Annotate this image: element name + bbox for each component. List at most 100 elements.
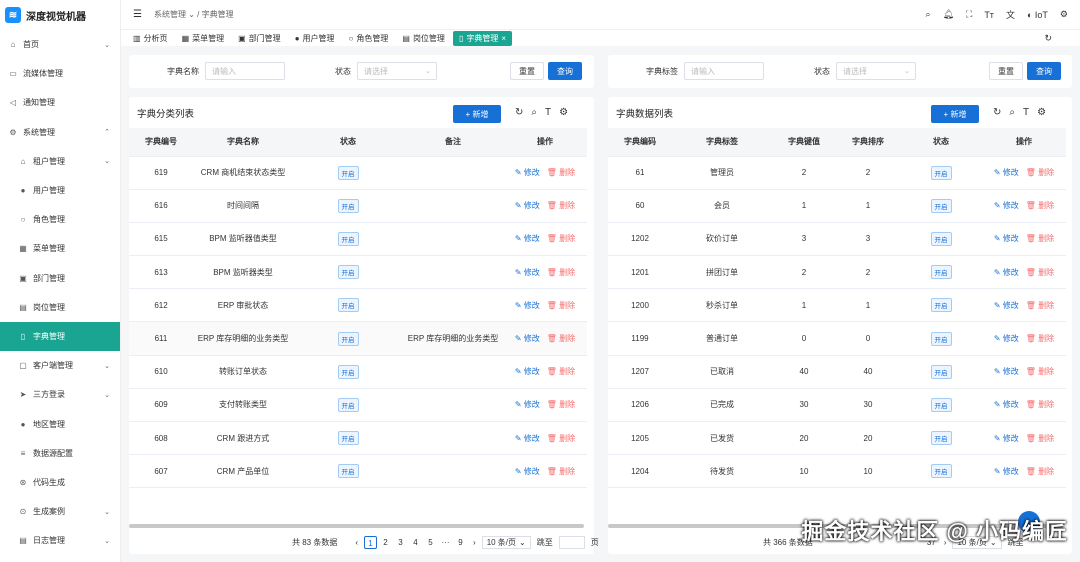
- sidebar-item[interactable]: ⊙ 生成案例 ⌄: [0, 497, 120, 526]
- edit-button[interactable]: ✎ 修改: [515, 201, 540, 210]
- edit-button[interactable]: ✎ 修改: [994, 201, 1019, 210]
- tab-item[interactable]: ▥ 分析页: [127, 31, 174, 46]
- sidebar-item[interactable]: ⊛ 代码生成: [0, 468, 120, 497]
- sidebar-item[interactable]: ● 地区管理: [0, 409, 120, 438]
- table-row[interactable]: 608 CRM 跟进方式 开启 ✎ 修改 🗑︎ 删除: [129, 421, 587, 456]
- table-row[interactable]: 615 BPM 监听器值类型 开启 ✎ 修改 🗑︎ 删除: [129, 222, 587, 257]
- page-size-select[interactable]: 10 条/页 ⌄: [481, 536, 531, 549]
- bell-icon[interactable]: 🔔︎: [943, 9, 954, 20]
- delete-button[interactable]: 🗑︎ 删除: [1026, 201, 1054, 210]
- table-row[interactable]: 60 会员 1 1 开启 ✎ 修改 🗑︎ 删除: [608, 189, 1066, 223]
- table-row[interactable]: 1200 秒杀订单 1 1 开启 ✎ 修改 🗑︎ 删除: [608, 288, 1066, 323]
- column-height-icon[interactable]: T: [545, 107, 551, 118]
- page-number[interactable]: 3: [394, 536, 407, 549]
- tab-item[interactable]: ▯ 字典管理 ×: [452, 30, 513, 46]
- refresh-icon[interactable]: ↻: [993, 107, 1001, 118]
- delete-button[interactable]: 🗑︎ 删除: [547, 400, 575, 409]
- status-select[interactable]: 请选择 ⌄: [836, 62, 916, 80]
- edit-button[interactable]: ✎ 修改: [994, 334, 1019, 343]
- sidebar-item[interactable]: ➤ 三方登录 ⌄: [0, 380, 120, 409]
- table-row[interactable]: 61 管理员 2 2 开启 ✎ 修改 🗑︎ 删除: [608, 156, 1066, 190]
- page-number[interactable]: 4: [409, 536, 422, 549]
- table-row[interactable]: 609 支付转账类型 开启 ✎ 修改 🗑︎ 删除: [129, 388, 587, 423]
- tab-item[interactable]: ● 用户管理: [289, 31, 341, 46]
- edit-button[interactable]: ✎ 修改: [515, 168, 540, 177]
- tab-item[interactable]: ▣ 部门管理: [232, 31, 287, 46]
- tab-item[interactable]: ▤ 岗位管理: [396, 31, 451, 46]
- edit-button[interactable]: ✎ 修改: [994, 301, 1019, 310]
- delete-button[interactable]: 🗑︎ 删除: [1026, 467, 1054, 476]
- delete-button[interactable]: 🗑︎ 删除: [547, 467, 575, 476]
- edit-button[interactable]: ✎ 修改: [515, 400, 540, 409]
- tab-item[interactable]: ▦ 菜单管理: [176, 31, 231, 46]
- table-row[interactable]: 610 转账订单状态 开启 ✎ 修改 🗑︎ 删除: [129, 355, 587, 389]
- delete-button[interactable]: 🗑︎ 删除: [547, 334, 575, 343]
- sidebar-item[interactable]: ▤ 日志管理 ⌄: [0, 526, 120, 555]
- sidebar-item[interactable]: ▣ 部门管理: [0, 264, 120, 293]
- translate-icon[interactable]: 文: [1006, 8, 1015, 21]
- user-menu[interactable]: ◐ IoT: [1027, 10, 1048, 20]
- delete-button[interactable]: 🗑︎ 删除: [547, 301, 575, 310]
- table-row[interactable]: 613 BPM 监听器类型 开启 ✎ 修改 🗑︎ 删除: [129, 255, 587, 290]
- delete-button[interactable]: 🗑︎ 删除: [547, 168, 575, 177]
- sidebar-item[interactable]: ▤ 岗位管理: [0, 293, 120, 322]
- table-row[interactable]: 1205 已发货 20 20 开启 ✎ 修改 🗑︎ 删除: [608, 421, 1066, 456]
- settings-icon[interactable]: ⚙: [1037, 107, 1046, 118]
- delete-button[interactable]: 🗑︎ 删除: [1026, 434, 1054, 443]
- edit-button[interactable]: ✎ 修改: [994, 234, 1019, 243]
- delete-button[interactable]: 🗑︎ 删除: [1026, 234, 1054, 243]
- add-button[interactable]: + 新增: [931, 105, 979, 123]
- dict-name-input[interactable]: 请输入: [205, 62, 285, 80]
- delete-button[interactable]: 🗑︎ 删除: [547, 201, 575, 210]
- settings-icon[interactable]: ⚙: [559, 107, 568, 118]
- status-select[interactable]: 请选择 ⌄: [357, 62, 437, 80]
- breadcrumb-item[interactable]: 字典管理: [202, 10, 234, 19]
- delete-button[interactable]: 🗑︎ 删除: [1026, 268, 1054, 277]
- prev-page-icon[interactable]: ‹: [355, 538, 358, 547]
- table-row[interactable]: 1201 拼团订单 2 2 开启 ✎ 修改 🗑︎ 删除: [608, 255, 1066, 290]
- sidebar-item[interactable]: ⌂ 首页 ⌄: [0, 30, 120, 59]
- menu-fold-icon[interactable]: ☰: [133, 9, 142, 20]
- sidebar-item[interactable]: ▢ 客户端管理 ⌄: [0, 351, 120, 380]
- edit-button[interactable]: ✎ 修改: [994, 168, 1019, 177]
- page-number[interactable]: 9: [454, 536, 467, 549]
- dict-label-input[interactable]: 请输入: [684, 62, 764, 80]
- edit-button[interactable]: ✎ 修改: [994, 400, 1019, 409]
- table-row[interactable]: 611 ERP 库存明细的业务类型 开启 ERP 库存明细的业务类型 ✎ 修改 🗑︎ 删除: [129, 321, 587, 356]
- edit-button[interactable]: ✎ 修改: [994, 268, 1019, 277]
- delete-button[interactable]: 🗑︎ 删除: [547, 367, 575, 376]
- delete-button[interactable]: 🗑︎ 删除: [547, 234, 575, 243]
- table-row[interactable]: 1204 待发货 10 10 开启 ✎ 修改 🗑︎ 删除: [608, 454, 1066, 489]
- sidebar-item[interactable]: ◁ 通知管理: [0, 88, 120, 117]
- page-number[interactable]: 2: [379, 536, 392, 549]
- search-button[interactable]: 查询: [548, 62, 582, 80]
- edit-button[interactable]: ✎ 修改: [994, 367, 1019, 376]
- settings-gear-icon[interactable]: ⚙: [1060, 9, 1068, 20]
- edit-button[interactable]: ✎ 修改: [994, 434, 1019, 443]
- edit-button[interactable]: ✎ 修改: [515, 234, 540, 243]
- delete-button[interactable]: 🗑︎ 删除: [1026, 334, 1054, 343]
- fullscreen-icon[interactable]: ⛶: [966, 9, 972, 20]
- jump-input[interactable]: [558, 536, 585, 549]
- page-number[interactable]: ···: [439, 536, 452, 549]
- edit-button[interactable]: ✎ 修改: [515, 268, 540, 277]
- sidebar-item[interactable]: ⌂ 租户管理 ⌄: [0, 147, 120, 176]
- close-icon[interactable]: ×: [501, 34, 506, 43]
- delete-button[interactable]: 🗑︎ 删除: [1026, 400, 1054, 409]
- font-size-icon[interactable]: Tт: [984, 10, 994, 20]
- refresh-icon[interactable]: ↻: [515, 107, 523, 118]
- sidebar-item[interactable]: ▯ 字典管理: [0, 321, 120, 352]
- table-row[interactable]: 1206 已完成 30 30 开启 ✎ 修改 🗑︎ 删除: [608, 388, 1066, 423]
- delete-button[interactable]: 🗑︎ 删除: [547, 434, 575, 443]
- sidebar-item[interactable]: ▭ 流媒体管理: [0, 59, 120, 88]
- search-icon[interactable]: ⌕: [1009, 107, 1015, 118]
- table-row[interactable]: 612 ERP 审批状态 开启 ✎ 修改 🗑︎ 删除: [129, 288, 587, 323]
- sidebar-item[interactable]: ≡ 数据源配置: [0, 439, 120, 468]
- reset-button[interactable]: 重置: [989, 62, 1023, 80]
- add-button[interactable]: + 新增: [453, 105, 501, 123]
- edit-button[interactable]: ✎ 修改: [515, 467, 540, 476]
- delete-button[interactable]: 🗑︎ 删除: [1026, 168, 1054, 177]
- delete-button[interactable]: 🗑︎ 删除: [547, 268, 575, 277]
- tab-item[interactable]: ○ 角色管理: [343, 31, 395, 46]
- table-row[interactable]: 607 CRM 产品单位 开启 ✎ 修改 🗑︎ 删除: [129, 454, 587, 489]
